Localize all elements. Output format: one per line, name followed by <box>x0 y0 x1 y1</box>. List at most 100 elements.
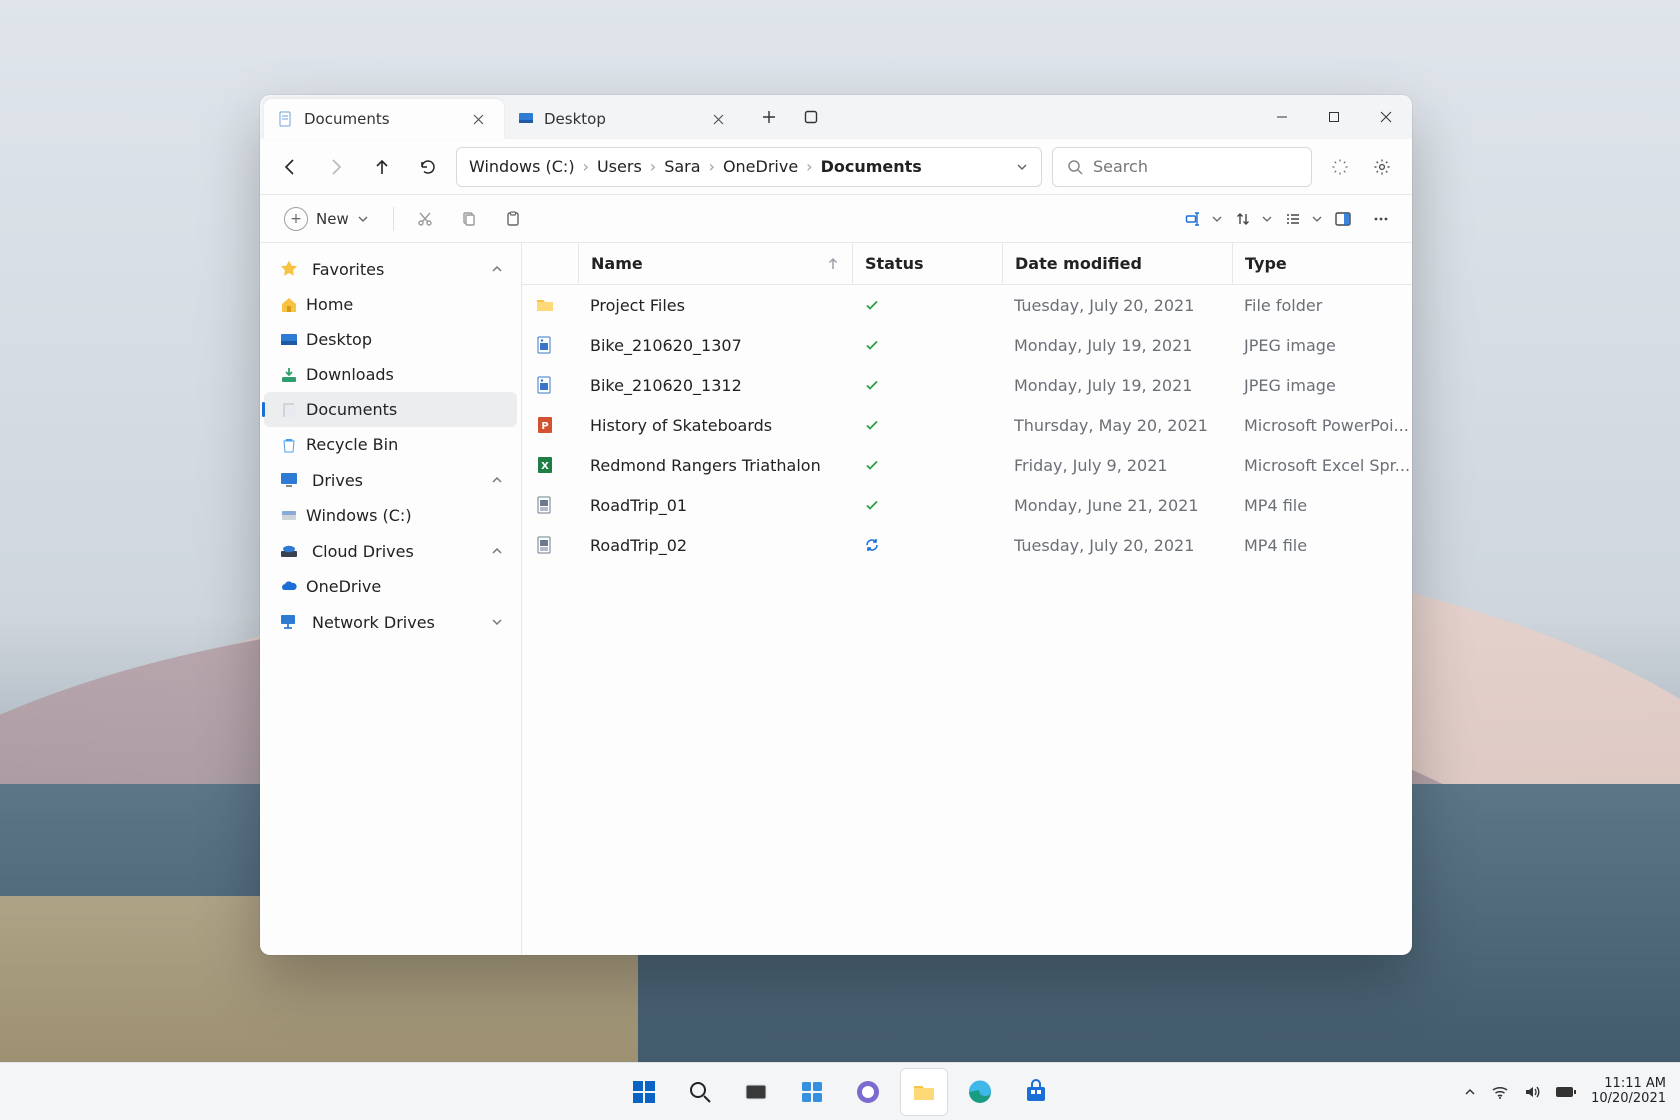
forward-button[interactable] <box>318 149 354 185</box>
file-date: Monday, June 21, 2021 <box>1014 496 1199 515</box>
close-window-button[interactable] <box>1360 95 1412 139</box>
sidebar-item-downloads[interactable]: Downloads <box>264 357 517 392</box>
column-header-date[interactable]: Date modified <box>1002 243 1232 284</box>
taskbar-edge-button[interactable] <box>956 1068 1004 1116</box>
column-header-type[interactable]: Type <box>1232 243 1412 284</box>
sidebar-item-onedrive[interactable]: OneDrive <box>264 569 517 604</box>
breadcrumb-segment[interactable]: Sara <box>664 157 700 176</box>
file-row[interactable]: PHistory of SkateboardsThursday, May 20,… <box>522 405 1412 445</box>
rename-button[interactable] <box>1176 202 1222 236</box>
sidebar-group-label: Cloud Drives <box>312 542 414 561</box>
widgets-button[interactable] <box>788 1068 836 1116</box>
file-status <box>852 297 1002 313</box>
chevron-down-icon[interactable] <box>491 616 503 628</box>
column-header-name[interactable]: Name <box>578 243 852 284</box>
file-row[interactable]: XRedmond Rangers TriathalonFriday, July … <box>522 445 1412 485</box>
start-button[interactable] <box>620 1068 668 1116</box>
refresh-button[interactable] <box>410 149 446 185</box>
sort-button[interactable] <box>1226 202 1272 236</box>
sidebar-item-desktop[interactable]: Desktop <box>264 322 517 357</box>
maximize-button[interactable] <box>1308 95 1360 139</box>
sidebar-item-home[interactable]: Home <box>264 287 517 322</box>
new-tab-button[interactable] <box>752 100 786 134</box>
file-row[interactable]: RoadTrip_01Monday, June 21, 2021MP4 file <box>522 485 1412 525</box>
breadcrumb-segment[interactable]: OneDrive <box>723 157 798 176</box>
up-button[interactable] <box>364 149 400 185</box>
address-bar-row: Windows (C:) › Users › Sara › OneDrive ›… <box>260 139 1412 195</box>
file-status <box>852 377 1002 393</box>
task-view-button[interactable] <box>732 1068 780 1116</box>
taskbar-time: 11:11 AM <box>1591 1077 1666 1092</box>
sidebar-group-label: Drives <box>312 471 363 490</box>
chevron-down-icon <box>357 213 369 225</box>
file-status <box>852 417 1002 433</box>
search-input[interactable] <box>1093 157 1297 176</box>
system-tray[interactable]: 11:11 AM 10/20/2021 <box>1463 1077 1666 1107</box>
breadcrumb-current[interactable]: Documents <box>821 157 922 176</box>
taskbar-teams-button[interactable] <box>844 1068 892 1116</box>
sidebar-item-recycle-bin[interactable]: Recycle Bin <box>264 427 517 462</box>
taskbar[interactable]: 11:11 AM 10/20/2021 <box>0 1062 1680 1120</box>
view-button[interactable] <box>1276 202 1322 236</box>
sidebar-group-label: Network Drives <box>312 613 435 632</box>
file-type-icon: X <box>534 454 556 476</box>
sidebar-item-documents[interactable]: Documents <box>264 392 517 427</box>
sidebar-group-network-drives[interactable]: Network Drives <box>264 604 517 640</box>
tab-close-button[interactable] <box>466 107 490 131</box>
volume-icon[interactable] <box>1523 1083 1541 1101</box>
file-row[interactable]: Bike_210620_1307Monday, July 19, 2021JPE… <box>522 325 1412 365</box>
tab-close-button[interactable] <box>706 107 730 131</box>
taskbar-search-button[interactable] <box>676 1068 724 1116</box>
file-row[interactable]: Project FilesTuesday, July 20, 2021File … <box>522 285 1412 325</box>
sidebar-group-favorites[interactable]: Favorites <box>264 251 517 287</box>
more-button[interactable] <box>1364 202 1398 236</box>
breadcrumb-history-dropdown[interactable] <box>1015 160 1029 174</box>
tab-overview-button[interactable] <box>794 100 828 134</box>
sync-activity-button[interactable] <box>1322 149 1358 185</box>
downloads-icon <box>278 366 300 384</box>
tab-desktop[interactable]: Desktop <box>504 99 744 139</box>
column-header-status[interactable]: Status <box>852 243 1002 284</box>
copy-button[interactable] <box>452 202 486 236</box>
search-box[interactable] <box>1052 147 1312 187</box>
chevron-up-icon[interactable] <box>491 545 503 557</box>
breadcrumb-segment[interactable]: Users <box>597 157 642 176</box>
taskbar-pinned-apps <box>620 1068 1060 1116</box>
wifi-icon[interactable] <box>1491 1083 1509 1101</box>
tab-documents[interactable]: Documents <box>264 99 504 139</box>
minimize-button[interactable] <box>1256 95 1308 139</box>
taskbar-store-button[interactable] <box>1012 1068 1060 1116</box>
settings-button[interactable] <box>1364 149 1400 185</box>
details-pane-button[interactable] <box>1326 202 1360 236</box>
file-type-icon <box>534 494 556 516</box>
cut-button[interactable] <box>408 202 442 236</box>
new-label: New <box>316 210 349 228</box>
taskbar-clock[interactable]: 11:11 AM 10/20/2021 <box>1591 1077 1666 1107</box>
file-type-icon: P <box>534 414 556 436</box>
breadcrumb-bar[interactable]: Windows (C:) › Users › Sara › OneDrive ›… <box>456 147 1042 187</box>
chevron-up-icon[interactable] <box>491 263 503 275</box>
breadcrumb-segment[interactable]: Windows (C:) <box>469 157 575 176</box>
sidebar-item-windows-c[interactable]: Windows (C:) <box>264 498 517 533</box>
sidebar-group-cloud-drives[interactable]: Cloud Drives <box>264 533 517 569</box>
file-name: Bike_210620_1312 <box>590 376 742 395</box>
file-row[interactable]: RoadTrip_02Tuesday, July 20, 2021MP4 fil… <box>522 525 1412 565</box>
sidebar-group-drives[interactable]: Drives <box>264 462 517 498</box>
sidebar-item-label: Downloads <box>306 365 394 384</box>
battery-icon[interactable] <box>1555 1085 1577 1099</box>
drive-icon <box>278 507 300 525</box>
file-type: File folder <box>1244 296 1322 315</box>
file-row[interactable]: Bike_210620_1312Monday, July 19, 2021JPE… <box>522 365 1412 405</box>
taskbar-date: 10/20/2021 <box>1591 1092 1666 1107</box>
new-item-button[interactable]: + New <box>274 202 379 236</box>
file-name: RoadTrip_01 <box>590 496 687 515</box>
taskbar-file-explorer-button[interactable] <box>900 1068 948 1116</box>
chevron-up-icon[interactable] <box>491 474 503 486</box>
svg-text:P: P <box>541 421 548 432</box>
tray-overflow-button[interactable] <box>1463 1085 1477 1099</box>
back-button[interactable] <box>272 149 308 185</box>
navigation-pane[interactable]: Favorites Home Desktop Downloads Documen… <box>260 243 522 955</box>
sidebar-item-label: Documents <box>306 400 397 419</box>
file-name: Redmond Rangers Triathalon <box>590 456 821 475</box>
paste-button[interactable] <box>496 202 530 236</box>
